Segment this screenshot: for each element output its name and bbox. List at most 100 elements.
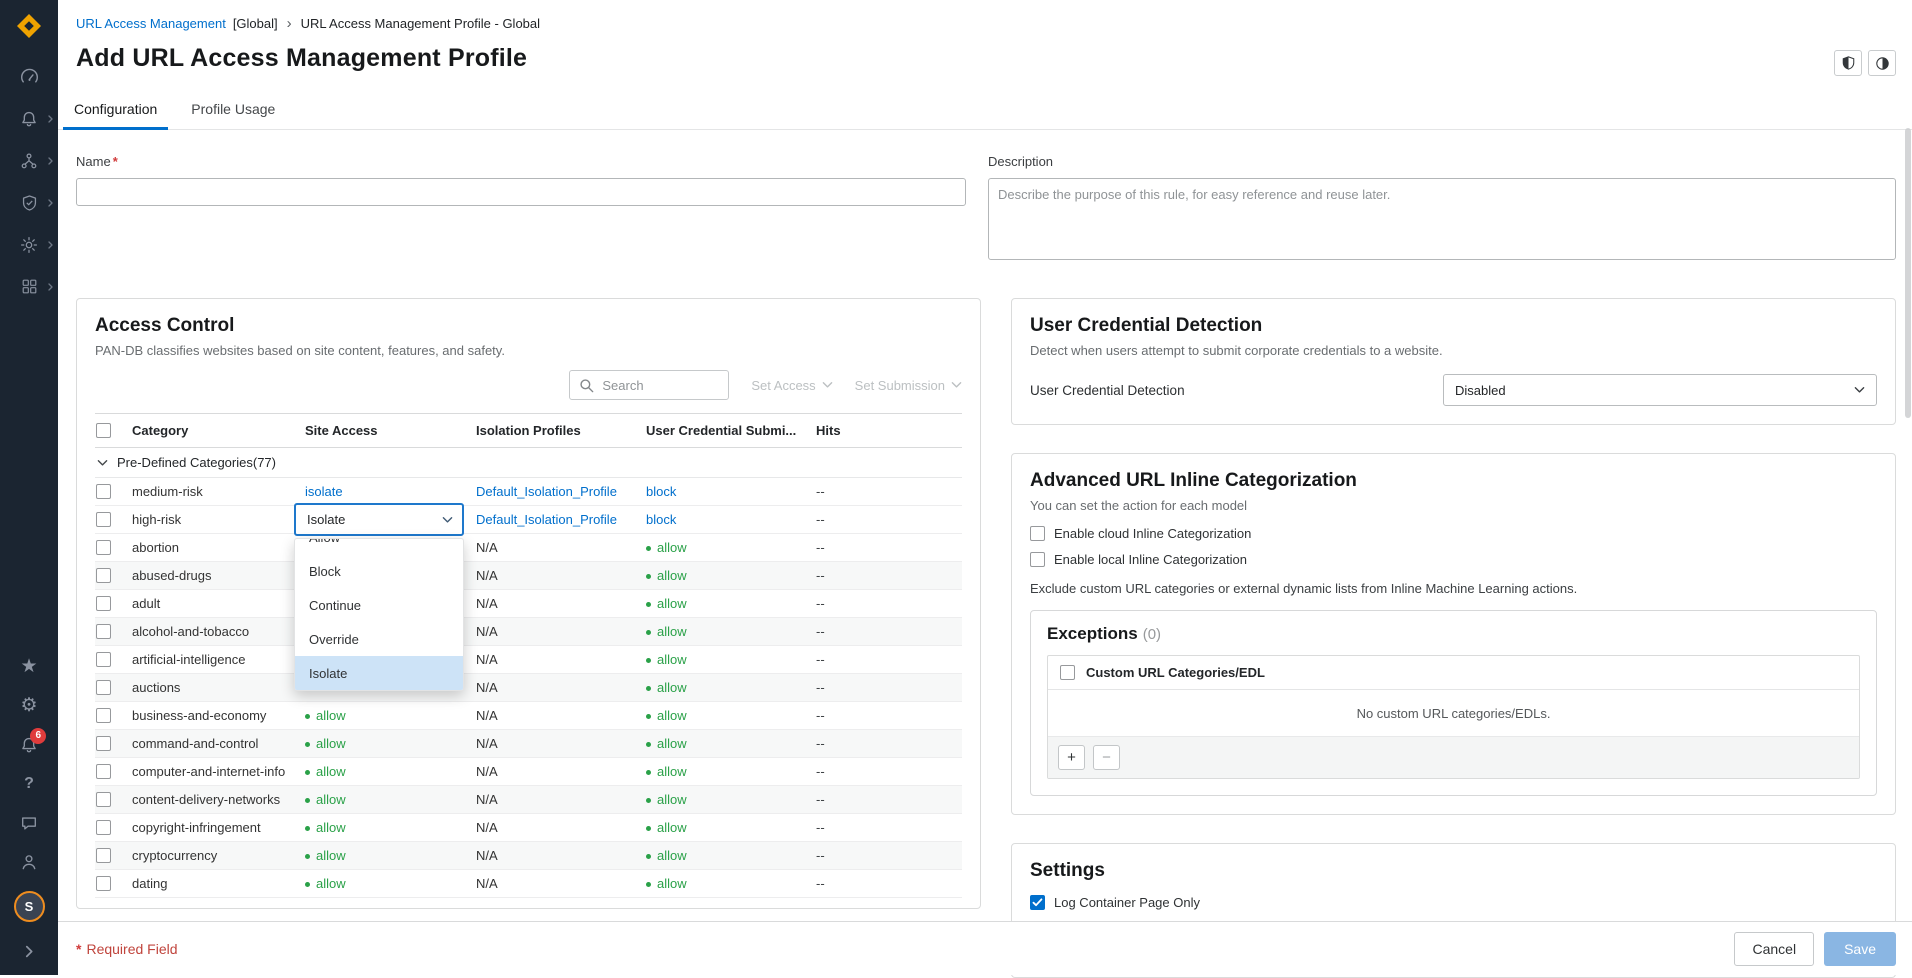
sidebar-item-services[interactable] <box>0 235 58 254</box>
sidebar-item-account[interactable] <box>0 852 58 871</box>
user-credential-allow[interactable]: allow <box>646 736 687 751</box>
user-credential-allow[interactable]: allow <box>646 568 687 583</box>
row-checkbox[interactable] <box>96 512 111 527</box>
menu-option-isolate[interactable]: Isolate <box>295 656 463 690</box>
name-input[interactable] <box>76 178 966 206</box>
sidebar-item-favorites[interactable]: ★ <box>0 657 58 676</box>
user-avatar[interactable]: S <box>14 891 45 922</box>
site-access-allow[interactable]: allow <box>305 792 346 807</box>
row-checkbox[interactable] <box>96 708 111 723</box>
strata-logo[interactable] <box>16 13 42 39</box>
row-checkbox[interactable] <box>96 764 111 779</box>
user-credential-cell: block <box>646 484 816 499</box>
user-credential-allow[interactable]: allow <box>646 540 687 555</box>
set-submission-dropdown[interactable]: Set Submission <box>855 378 962 393</box>
breadcrumb-current: URL Access Management Profile - Global <box>301 16 540 31</box>
save-button[interactable]: Save <box>1824 932 1896 966</box>
site-access-select[interactable]: Isolate <box>294 503 464 536</box>
row-checkbox-cell <box>95 792 132 807</box>
row-checkbox[interactable] <box>96 848 111 863</box>
user-credential-link[interactable]: block <box>646 484 676 499</box>
sidebar-item-expand-nav[interactable] <box>0 942 58 961</box>
row-checkbox[interactable] <box>96 568 111 583</box>
checkbox[interactable] <box>1030 526 1045 541</box>
row-checkbox[interactable] <box>96 596 111 611</box>
header-button-contrast-toggle[interactable] <box>1868 50 1896 76</box>
add-exception-button[interactable]: + <box>1058 745 1085 770</box>
breadcrumb: URL Access Management [Global] › URL Acc… <box>58 0 1912 31</box>
user-credential-allow[interactable]: allow <box>646 652 687 667</box>
user-credential-allow[interactable]: allow <box>646 820 687 835</box>
hits-value: -- <box>816 708 962 723</box>
sidebar-item-help[interactable]: ? <box>0 774 58 793</box>
checkbox[interactable] <box>1030 895 1045 910</box>
site-access-link[interactable]: isolate <box>305 484 343 499</box>
user-credential-allow[interactable]: allow <box>646 848 687 863</box>
row-checkbox-cell <box>95 568 132 583</box>
tab-configuration[interactable]: Configuration <box>63 91 168 129</box>
description-input[interactable] <box>988 178 1896 260</box>
category-row: content-delivery-networksallowN/Aallow-- <box>95 786 962 814</box>
column-header: Site Access <box>305 423 476 438</box>
search-input[interactable] <box>602 378 719 393</box>
isolation-profile-link[interactable]: Default_Isolation_Profile <box>476 484 617 499</box>
site-access-allow[interactable]: allow <box>305 708 346 723</box>
isolation-profile-link[interactable]: Default_Isolation_Profile <box>476 512 617 527</box>
user-credential-allow[interactable]: allow <box>646 764 687 779</box>
row-checkbox[interactable] <box>96 540 111 555</box>
site-access-cell: allow <box>305 736 476 751</box>
exceptions-select-all-checkbox[interactable] <box>1060 665 1075 680</box>
tab-profile-usage[interactable]: Profile Usage <box>180 91 286 129</box>
user-credential-allow[interactable]: allow <box>646 624 687 639</box>
sidebar-item-workflows[interactable] <box>0 151 58 170</box>
menu-option-block[interactable]: Block <box>295 554 463 588</box>
menu-option-override[interactable]: Override <box>295 622 463 656</box>
allow-dot <box>305 798 310 803</box>
user-credential-allow[interactable]: allow <box>646 680 687 695</box>
sidebar-item-feedback[interactable] <box>0 813 58 832</box>
sidebar-item-catalog[interactable] <box>0 277 58 296</box>
row-checkbox[interactable] <box>96 876 111 891</box>
site-access-dropdown-overlay: Isolate Allow BlockContinueOverrideIsola… <box>294 503 464 691</box>
user-credential-allow[interactable]: allow <box>646 708 687 723</box>
column-header: Isolation Profiles <box>476 423 646 438</box>
sidebar-item-dashboard[interactable] <box>0 67 58 86</box>
scrollbar-thumb[interactable] <box>1905 128 1911 418</box>
site-access-allow[interactable]: allow <box>305 764 346 779</box>
site-access-allow[interactable]: allow <box>305 848 346 863</box>
row-checkbox[interactable] <box>96 652 111 667</box>
title-row: Add URL Access Management Profile <box>58 31 1912 76</box>
cancel-button[interactable]: Cancel <box>1734 932 1814 966</box>
site-access-allow[interactable]: allow <box>305 736 346 751</box>
sidebar-item-notifications[interactable]: 6 <box>0 735 58 754</box>
select-all-checkbox[interactable] <box>96 423 111 438</box>
breadcrumb-link[interactable]: URL Access Management <box>76 16 226 31</box>
sidebar-item-avatar[interactable]: S <box>0 891 58 922</box>
sidebar-item-settings[interactable]: ⚙ <box>0 696 58 715</box>
row-checkbox-cell <box>95 876 132 891</box>
remove-exception-button[interactable]: − <box>1093 745 1120 770</box>
row-checkbox[interactable] <box>96 624 111 639</box>
allow-dot <box>646 658 651 663</box>
user-credential-allow[interactable]: allow <box>646 596 687 611</box>
checkbox[interactable] <box>1030 552 1045 567</box>
menu-option-partial[interactable]: Allow <box>295 539 463 554</box>
user-credential-allow[interactable]: allow <box>646 792 687 807</box>
set-access-dropdown[interactable]: Set Access <box>751 378 832 393</box>
row-checkbox[interactable] <box>96 736 111 751</box>
sidebar-item-security[interactable] <box>0 193 58 212</box>
row-checkbox[interactable] <box>96 680 111 695</box>
user-credential-link[interactable]: block <box>646 512 676 527</box>
site-access-allow[interactable]: allow <box>305 876 346 891</box>
site-access-allow[interactable]: allow <box>305 820 346 835</box>
user-credential-allow[interactable]: allow <box>646 876 687 891</box>
ucd-select[interactable]: Disabled <box>1443 374 1877 406</box>
sidebar-item-incidents[interactable] <box>0 109 58 128</box>
header-button-shield-toggle[interactable] <box>1834 50 1862 76</box>
row-checkbox[interactable] <box>96 820 111 835</box>
column-header: Hits <box>816 423 962 438</box>
row-checkbox[interactable] <box>96 792 111 807</box>
row-checkbox[interactable] <box>96 484 111 499</box>
collapse-group-icon[interactable] <box>97 459 108 467</box>
menu-option-continue[interactable]: Continue <box>295 588 463 622</box>
